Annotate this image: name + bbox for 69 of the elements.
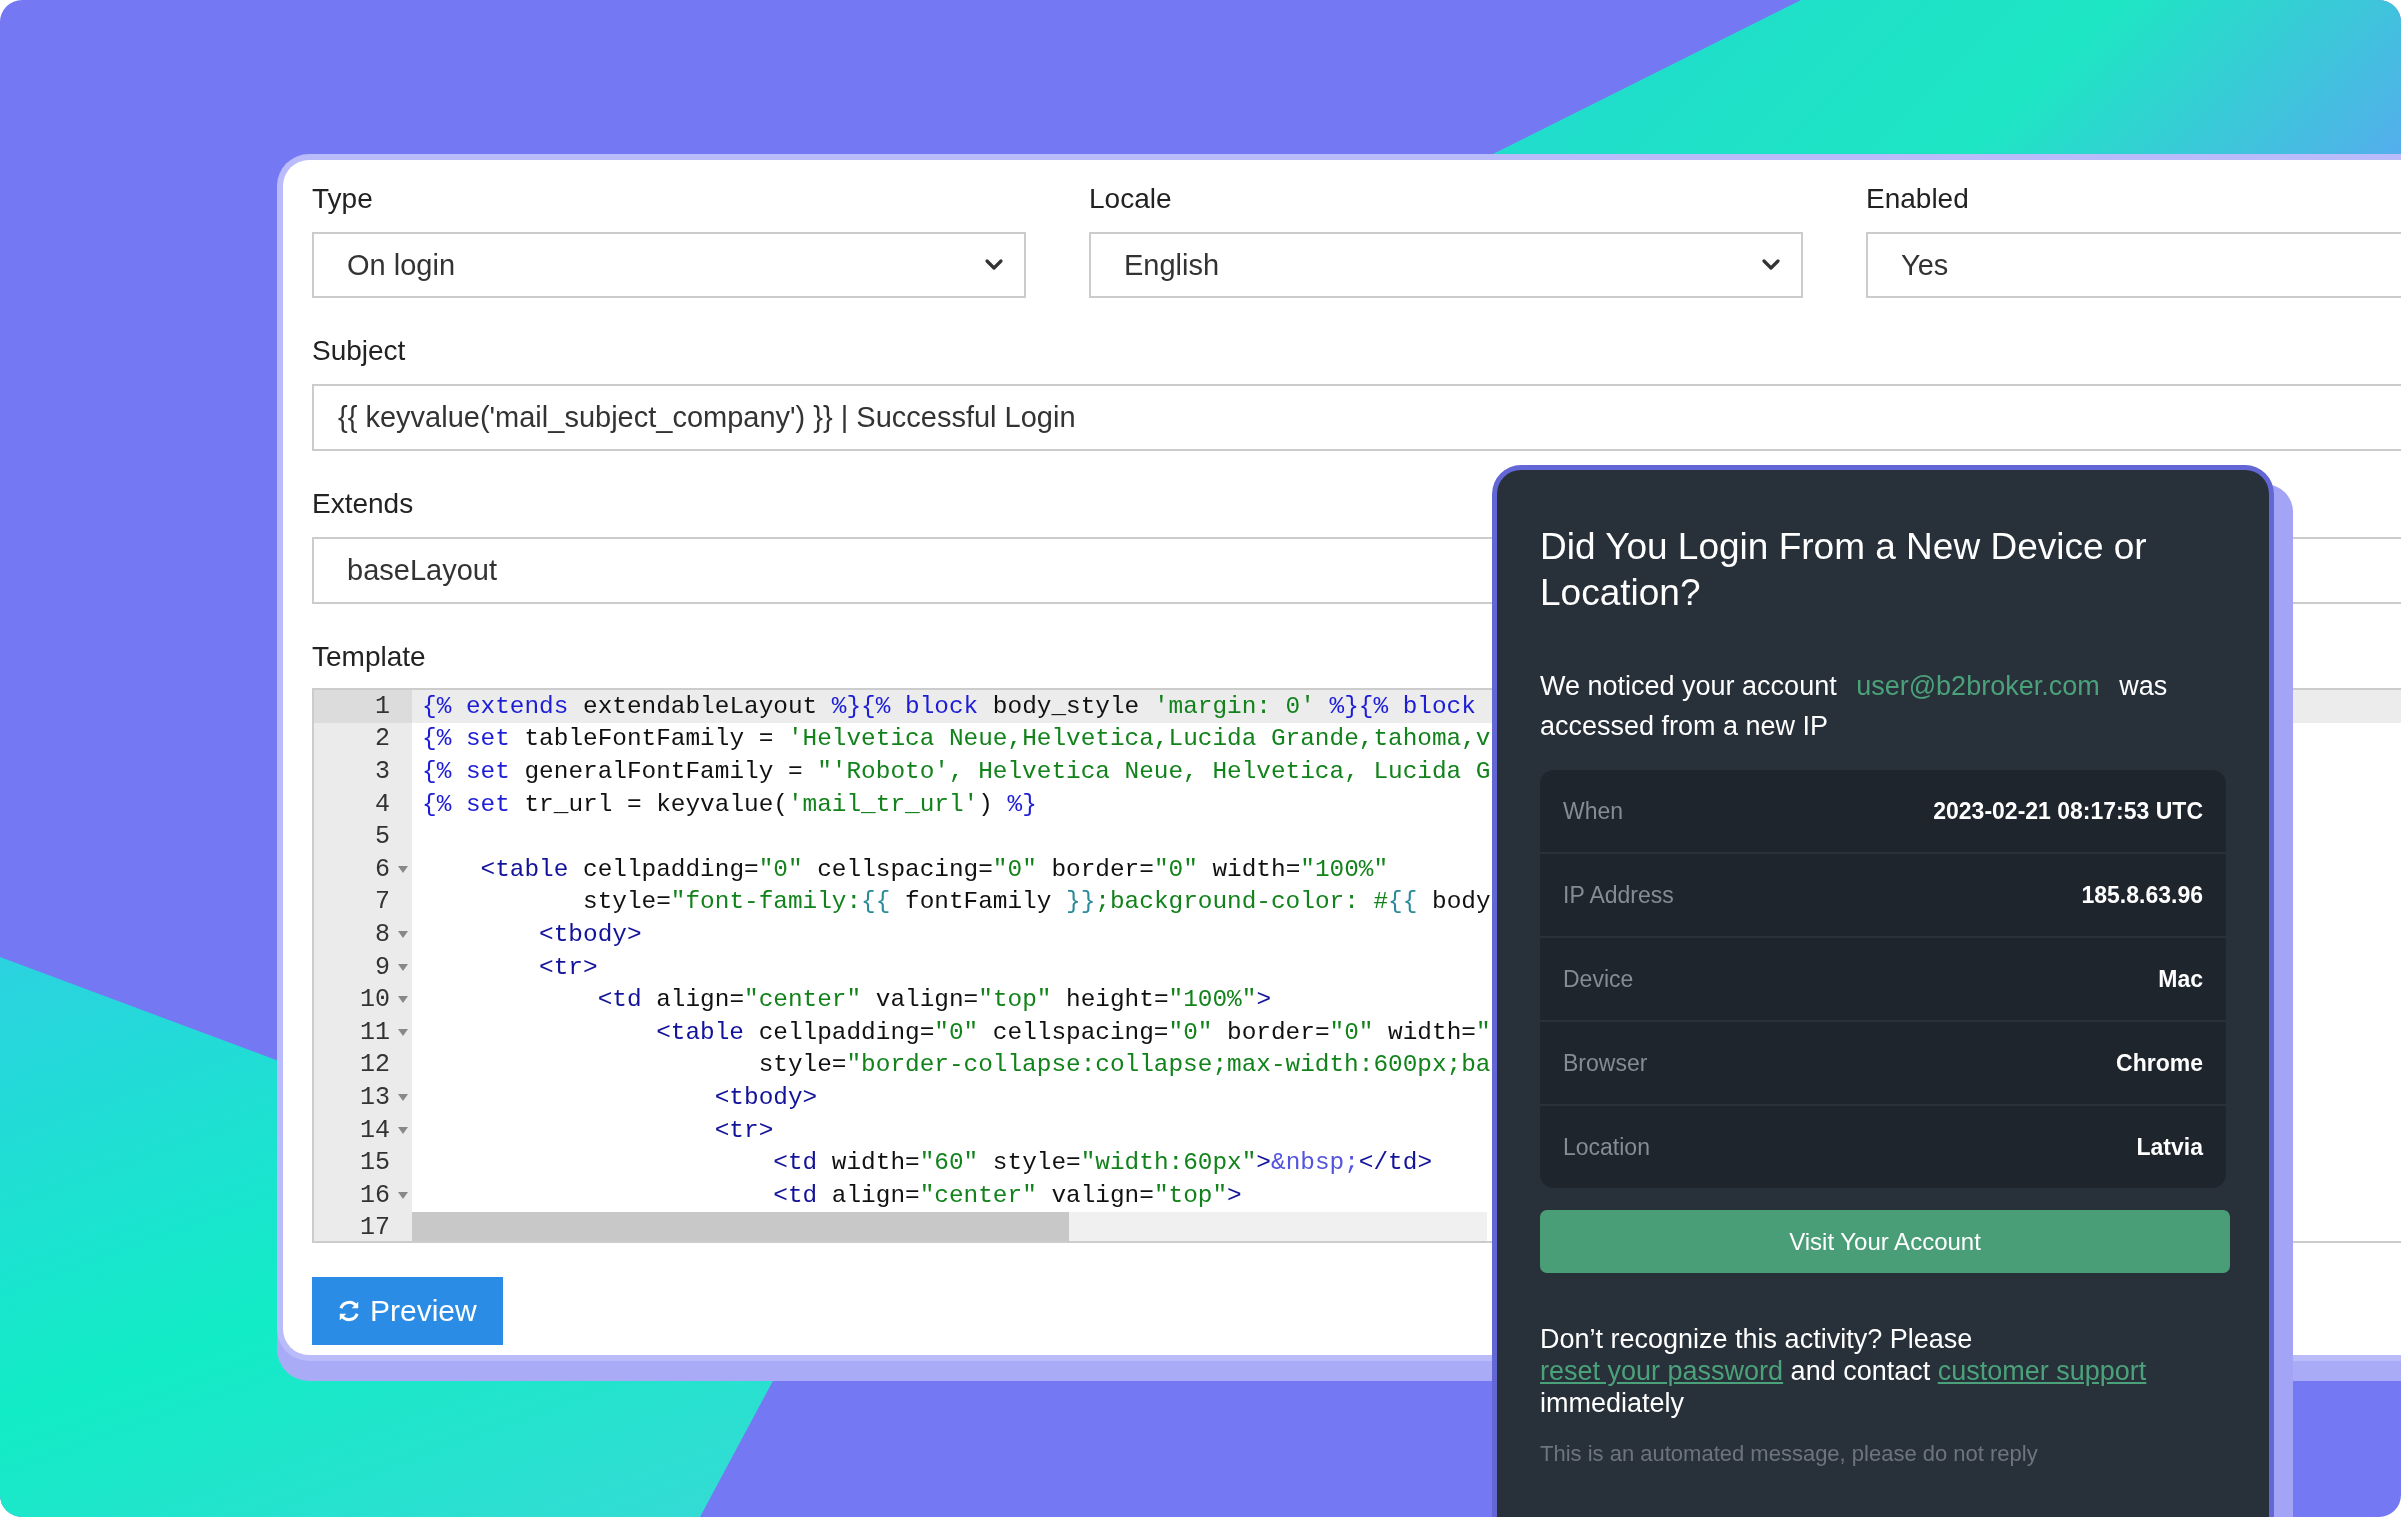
line-number: 12 [360, 1050, 390, 1080]
field-label: Type [312, 182, 374, 216]
line-number: 5 [375, 822, 390, 852]
intro-text: We noticed your account user@b2broker.com was accessed from a new IP [1540, 670, 2169, 743]
code-line: <tr> [538, 953, 598, 981]
detail-value: Mac [2158, 965, 2203, 993]
line-number: 11 [360, 1017, 390, 1047]
caret-icon[interactable] [398, 1191, 408, 1199]
line-number: 13 [360, 1082, 390, 1112]
preview-button[interactable]: Preview [312, 1277, 503, 1345]
code-line: {% set tr_url = keyvalue('mail_tr_url') %} [422, 790, 1037, 818]
line-number: 14 [360, 1115, 390, 1145]
detail-label: Device [1563, 965, 1634, 993]
field-label: Subject [312, 334, 407, 368]
scrollbar[interactable] [412, 1212, 1487, 1241]
line-number: 2 [375, 724, 390, 754]
line-number: 8 [375, 919, 390, 949]
code-line: <tbody> [538, 920, 642, 948]
detail-value: Chrome [2116, 1049, 2203, 1077]
reset-password-link[interactable]: reset your password [1540, 1356, 1784, 1386]
code-line: {% extends extendableLayout %}{% block body_style 'margin: 0' %}{% block [422, 692, 1476, 720]
code-line: <td width="60" style="width:60px">&nbsp;</td> [772, 1149, 1432, 1177]
code-line: <tr> [713, 1116, 774, 1144]
code-line: {% set generalFontFamily = "'Roboto', Helvetica Neue, Helvetica, Lucida G [422, 758, 1491, 785]
field-label: Enabled [1866, 182, 1970, 216]
detail-value: 185.8.63.96 [2081, 881, 2203, 909]
caret-icon[interactable] [398, 865, 408, 873]
detail-label: Location [1563, 1133, 1650, 1161]
chevron-down-icon [984, 258, 1004, 272]
footer-note: This is an automated message, please do not reply [1540, 1441, 2039, 1467]
line-number: 6 [375, 854, 390, 884]
caret-icon[interactable] [398, 963, 408, 971]
line-number: 17 [360, 1213, 390, 1241]
code-line: <table cellpadding="0" cellspacing="0" border="0" width="100%" [479, 855, 1389, 883]
caret-icon[interactable] [398, 1028, 408, 1036]
line-number: 1 [375, 691, 390, 721]
line-number: 4 [375, 789, 390, 819]
detail-label: IP Address [1563, 881, 1674, 909]
line-number: 7 [375, 887, 390, 917]
line-number: 16 [360, 1180, 390, 1210]
code-line: <table cellpadding="0" cellspacing="0" border="0" width=" [655, 1018, 1491, 1046]
detail-value: Latvia [2136, 1133, 2203, 1161]
select-field[interactable]: Yes [1866, 232, 2401, 298]
warning-text: Don’t recognize this activity? Please reset your password and contact customer support immediately [1540, 1323, 2148, 1419]
code-line: <tbody> [713, 1083, 818, 1111]
customer-support-link[interactable]: customer support [1937, 1356, 2147, 1386]
caret-icon[interactable] [398, 1093, 408, 1101]
code-line: style="border-collapse:collapse;max-width:600px;ba [757, 1051, 1491, 1079]
line-number: 3 [375, 757, 390, 786]
chevron-down-icon [1761, 258, 1781, 272]
select-field[interactable]: English [1089, 232, 1803, 298]
detail-label: Browser [1563, 1049, 1648, 1077]
detail-label: When [1563, 797, 1624, 825]
code-line: <td align="center" valign="top" height="100%"> [596, 986, 1271, 1014]
line-number: 9 [375, 952, 390, 982]
detail-value: 2023-02-21 08:17:53 UTC [1933, 797, 2203, 825]
line-number: 10 [360, 985, 390, 1015]
code-line: style="font-family:{{ fontFamily }};background-color: #{{ body [582, 888, 1491, 916]
field-label: Locale [1089, 182, 1173, 216]
caret-icon[interactable] [398, 1126, 408, 1134]
line-number: 15 [360, 1148, 390, 1178]
field-label: Template [312, 640, 427, 674]
field-label: Extends [312, 487, 415, 521]
code-line: <td align="center" valign="top"> [772, 1181, 1242, 1209]
code-line: {% set tableFontFamily = 'Helvetica Neue,Helvetica,Lucida Grande,tahoma,v [422, 725, 1491, 753]
subject-input[interactable]: {{ keyvalue('mail_subject_company') }} | Successful Login [312, 384, 2401, 451]
caret-icon[interactable] [398, 996, 408, 1004]
select-field[interactable]: On login [312, 232, 1026, 298]
caret-icon[interactable] [398, 930, 408, 938]
